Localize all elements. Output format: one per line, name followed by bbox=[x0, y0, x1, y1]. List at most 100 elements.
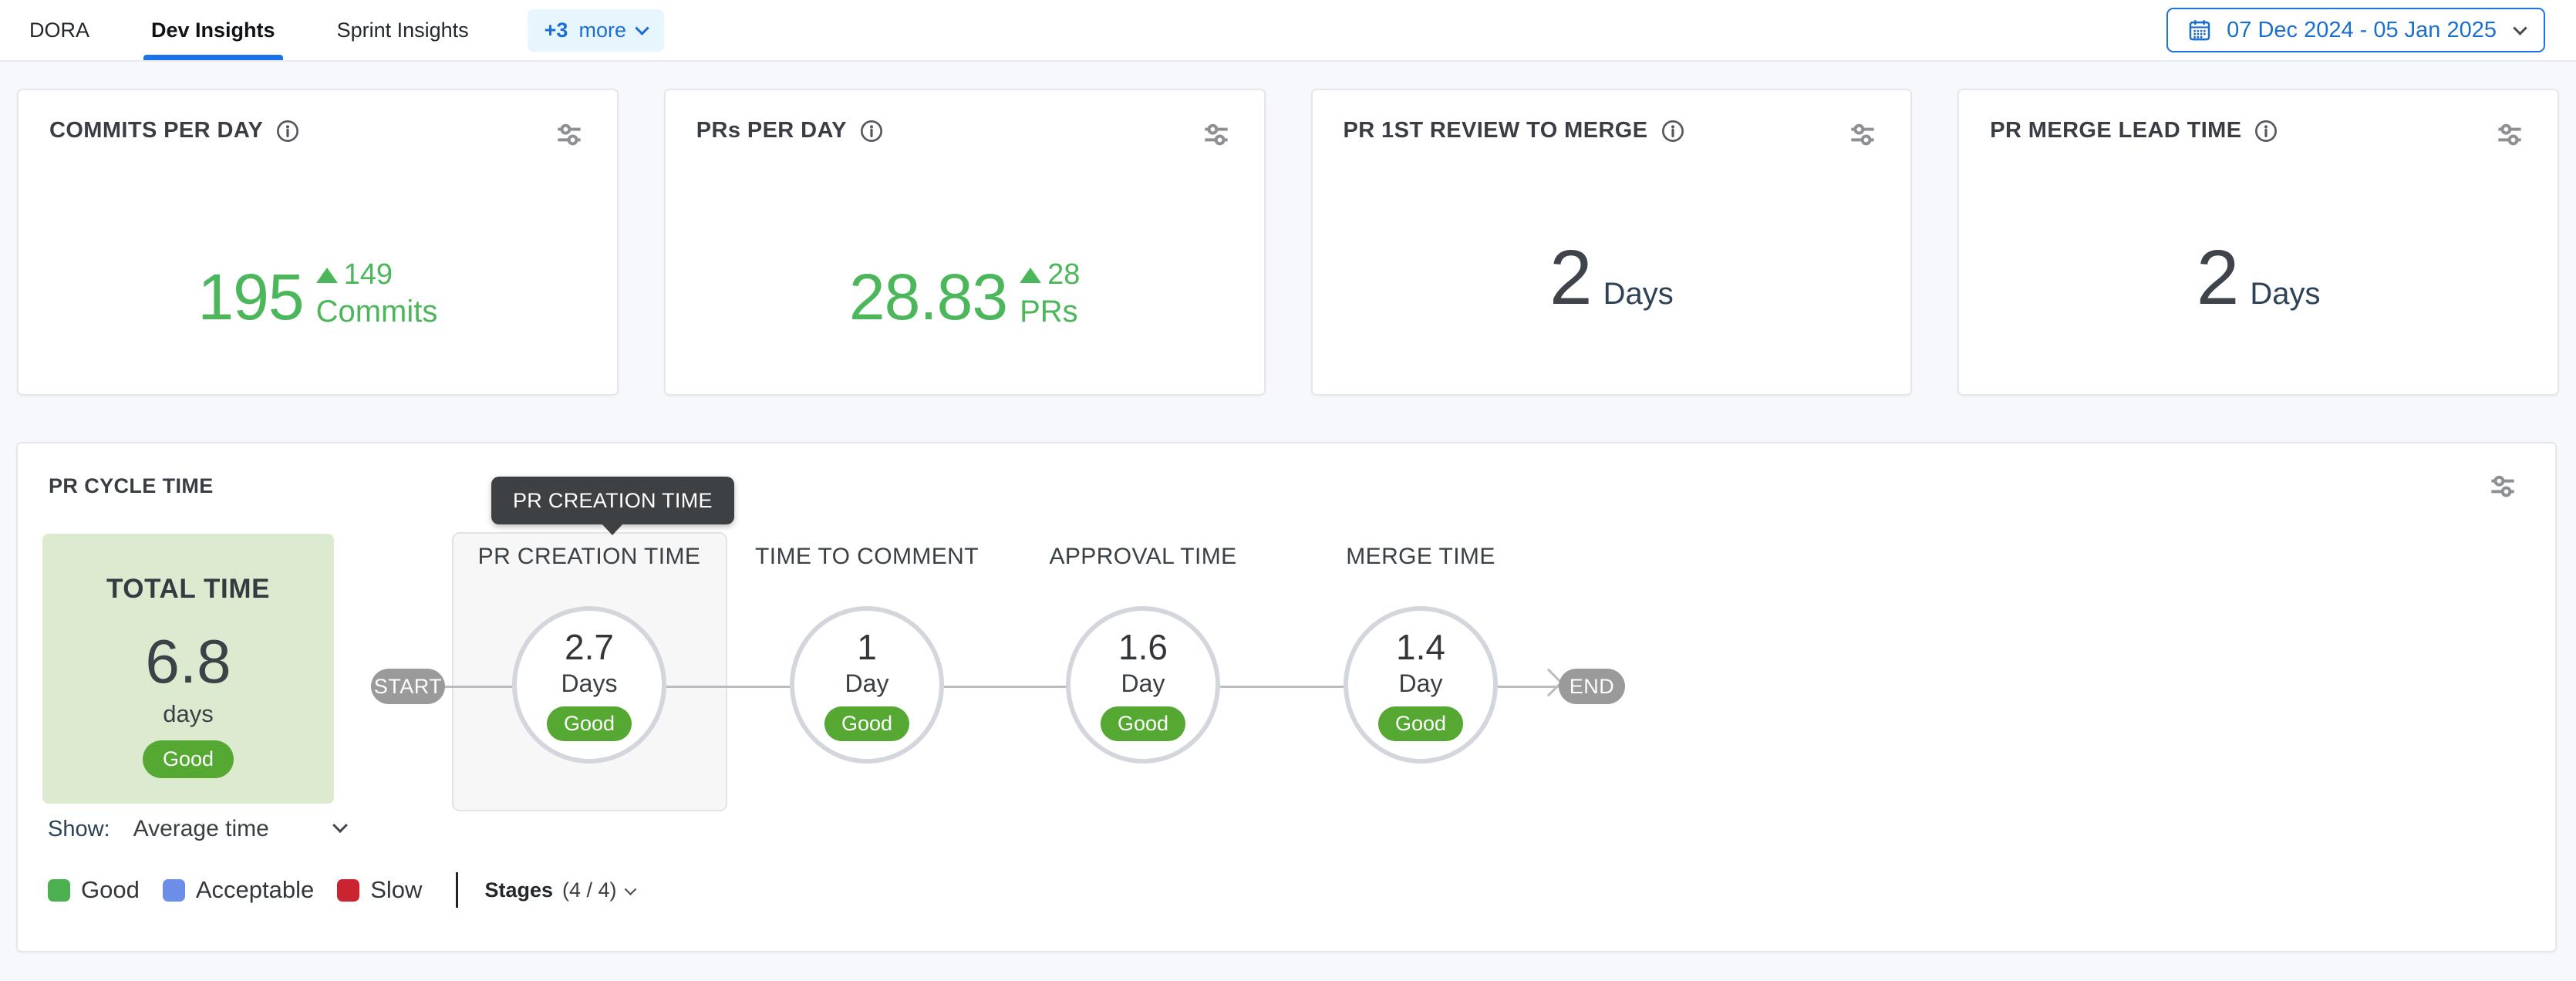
dev-insights-dashboard: DORA Dev Insights Sprint Insights +3 mor… bbox=[0, 0, 2576, 981]
date-range-text: 07 Dec 2024 - 05 Jan 2025 bbox=[2227, 18, 2497, 43]
metric-value: 28.83 bbox=[849, 268, 1007, 327]
stage-unit: Days bbox=[561, 671, 618, 696]
info-icon[interactable] bbox=[859, 119, 884, 143]
stage-value: 1.4 bbox=[1396, 629, 1445, 665]
stage-approval-time: APPROVAL TIME 1.6 Day Good bbox=[1004, 544, 1282, 764]
metric-card-commits-per-day: COMMITS PER DAY 195 149 bbox=[17, 89, 619, 396]
stage-merge-time: MERGE TIME 1.4 Day Good bbox=[1282, 544, 1559, 764]
show-dropdown-value[interactable]: Average time bbox=[133, 816, 269, 842]
metric-unit: Days bbox=[1603, 278, 1674, 309]
info-icon[interactable] bbox=[2254, 119, 2278, 143]
total-time-unit: days bbox=[163, 700, 213, 728]
stage-unit: Day bbox=[845, 671, 889, 696]
metric-delta: 28 bbox=[1020, 258, 1080, 292]
stage-title: MERGE TIME bbox=[1346, 544, 1495, 570]
chevron-down-icon[interactable] bbox=[335, 822, 346, 837]
stage-bubble[interactable]: 1.4 Day Good bbox=[1344, 606, 1498, 764]
date-range-picker[interactable]: 07 Dec 2024 - 05 Jan 2025 bbox=[2166, 8, 2545, 52]
info-icon[interactable] bbox=[1661, 119, 1685, 143]
metric-value-block: 28.83 28 PRs bbox=[666, 258, 1264, 327]
legend-swatch-good bbox=[48, 879, 70, 902]
total-time-label: TOTAL TIME bbox=[106, 574, 270, 605]
stage-time-to-comment: TIME TO COMMENT 1 Day Good bbox=[728, 544, 1006, 764]
metric-unit: Days bbox=[2250, 278, 2320, 309]
status-badge: Good bbox=[1101, 706, 1185, 741]
legend-swatch-slow bbox=[337, 879, 359, 902]
triangle-up-icon bbox=[316, 268, 338, 283]
metric-value-block: 2 Days bbox=[1313, 246, 1911, 309]
card-title: PRs PER DAY bbox=[696, 118, 847, 143]
metric-unit: PRs bbox=[1020, 296, 1078, 327]
filter-sliders-icon[interactable] bbox=[552, 118, 586, 152]
stage-bubble[interactable]: 1.6 Day Good bbox=[1066, 606, 1220, 764]
status-badge: Good bbox=[547, 706, 632, 741]
filter-sliders-icon[interactable] bbox=[1846, 118, 1880, 152]
metric-unit: Commits bbox=[316, 296, 438, 327]
stage-title: TIME TO COMMENT bbox=[755, 544, 979, 570]
divider bbox=[456, 872, 458, 908]
legend-item-slow: Slow bbox=[337, 876, 422, 904]
card-title: COMMITS PER DAY bbox=[49, 118, 263, 143]
filter-sliders-icon[interactable] bbox=[1199, 118, 1233, 152]
stage-tooltip: PR CREATION TIME bbox=[491, 477, 734, 524]
delta-value: 28 bbox=[1047, 258, 1080, 292]
total-time-box: TOTAL TIME 6.8 days Good bbox=[42, 534, 334, 804]
dashboard-tabs: DORA Dev Insights Sprint Insights +3 mor… bbox=[26, 0, 664, 60]
more-tabs-button[interactable]: +3 more bbox=[528, 9, 664, 52]
filter-sliders-icon[interactable] bbox=[2493, 118, 2527, 152]
tab-label: Dev Insights bbox=[151, 19, 275, 42]
status-legend: Good Acceptable Slow Stages (4 / 4) bbox=[48, 872, 635, 908]
panel-title: PR CYCLE TIME bbox=[49, 474, 214, 498]
metric-card-prs-per-day: PRs PER DAY 28.83 28 bbox=[664, 89, 1266, 396]
chevron-down-icon bbox=[2513, 21, 2527, 35]
stage-title: PR CREATION TIME bbox=[478, 544, 701, 570]
status-badge: Good bbox=[824, 706, 909, 741]
tab-label: DORA bbox=[29, 19, 89, 42]
end-node: END bbox=[1559, 669, 1625, 704]
metric-value-block: 195 149 Commits bbox=[19, 258, 617, 327]
chevron-down-icon bbox=[624, 883, 636, 895]
stage-pr-creation-time: PR CREATION TIME 2.7 Days Good bbox=[450, 544, 728, 764]
delta-value: 149 bbox=[344, 258, 393, 292]
start-node: START bbox=[371, 669, 445, 704]
dashboard-body: COMMITS PER DAY 195 149 bbox=[0, 62, 2576, 952]
legend-swatch-acceptable bbox=[163, 879, 185, 902]
metric-card-pr-merge-lead-time: PR MERGE LEAD TIME 2 Days bbox=[1957, 89, 2559, 396]
metric-delta: 149 bbox=[316, 258, 393, 292]
status-badge: Good bbox=[1378, 706, 1463, 741]
total-time-value: 6.8 bbox=[145, 631, 231, 693]
stage-unit: Day bbox=[1121, 671, 1165, 696]
metric-card-pr-first-review-to-merge: PR 1ST REVIEW TO MERGE 2 Days bbox=[1311, 89, 1913, 396]
stage-value: 1 bbox=[857, 629, 877, 665]
stage-bubble[interactable]: 1 Day Good bbox=[790, 606, 944, 764]
show-label: Show: bbox=[48, 817, 110, 842]
tab-sprint-insights[interactable]: Sprint Insights bbox=[334, 0, 472, 60]
tab-dev-insights[interactable]: Dev Insights bbox=[148, 0, 278, 60]
tab-label: Sprint Insights bbox=[337, 19, 469, 42]
stage-bubble[interactable]: 2.7 Days Good bbox=[512, 606, 666, 764]
top-tab-bar: DORA Dev Insights Sprint Insights +3 mor… bbox=[0, 0, 2576, 62]
more-tabs-label: more bbox=[578, 19, 626, 42]
active-tab-underline bbox=[143, 55, 283, 60]
more-tabs-count: +3 bbox=[545, 19, 568, 42]
calendar-icon bbox=[2187, 17, 2213, 43]
stages-dropdown[interactable]: Stages (4 / 4) bbox=[484, 878, 634, 902]
stage-value: 2.7 bbox=[565, 629, 614, 665]
info-icon[interactable] bbox=[275, 119, 300, 143]
show-dropdown-row: Show: Average time bbox=[48, 812, 350, 846]
filter-sliders-icon[interactable] bbox=[2486, 470, 2520, 504]
metric-value: 2 bbox=[2197, 246, 2240, 309]
legend-item-acceptable: Acceptable bbox=[163, 876, 314, 904]
pr-cycle-time-panel: PR CYCLE TIME PR CREATION TIME TOTAL TIM… bbox=[16, 442, 2557, 952]
chevron-down-icon bbox=[635, 21, 649, 35]
stage-title: APPROVAL TIME bbox=[1049, 544, 1236, 570]
legend-item-good: Good bbox=[48, 876, 140, 904]
tab-dora[interactable]: DORA bbox=[26, 0, 93, 60]
metric-value: 195 bbox=[197, 268, 303, 327]
triangle-up-icon bbox=[1020, 268, 1041, 283]
kpi-cards-row: COMMITS PER DAY 195 149 bbox=[0, 62, 2576, 396]
metric-value-block: 2 Days bbox=[1959, 246, 2557, 309]
status-badge: Good bbox=[143, 740, 234, 778]
stage-unit: Day bbox=[1399, 671, 1443, 696]
card-title: PR 1ST REVIEW TO MERGE bbox=[1344, 118, 1648, 143]
